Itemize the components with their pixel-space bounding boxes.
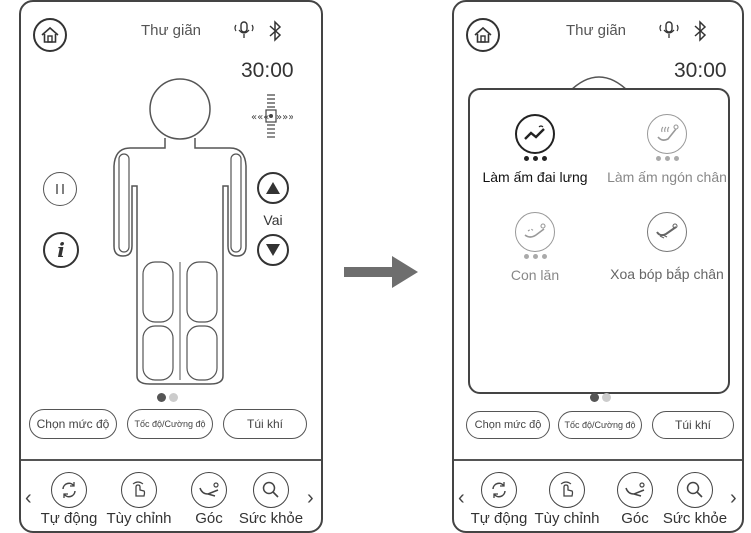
speed-intensity-button[interactable]: Tốc độ/Cường độ bbox=[127, 409, 213, 439]
screen-title: Thư giãn bbox=[565, 22, 627, 39]
nav-label-custom: Tùy chỉnh bbox=[106, 510, 172, 527]
move-up-button[interactable] bbox=[257, 172, 289, 204]
mode-calf-massage[interactable]: Xoa bóp bắp chân bbox=[592, 212, 742, 282]
svg-text:«««: ««« bbox=[251, 112, 269, 123]
transition-arrow-icon bbox=[344, 256, 418, 288]
left-screen: Thư giãn 30:00 ««« »»» i Vai Chọn mức độ… bbox=[19, 0, 323, 533]
mode-label: Con lăn bbox=[510, 267, 560, 283]
search-icon bbox=[677, 472, 713, 508]
svg-text:»»»: »»» bbox=[276, 112, 293, 123]
page-dot-active bbox=[157, 393, 166, 402]
speed-intensity-button[interactable]: Tốc độ/Cường độ bbox=[558, 411, 642, 439]
nav-item-custom[interactable]: Tùy chỉnh bbox=[532, 472, 602, 527]
nav-label-auto: Tự động bbox=[40, 510, 98, 527]
pause-icon bbox=[56, 184, 64, 194]
nav-divider bbox=[21, 459, 321, 461]
mode-label: Làm ấm ngón chân bbox=[607, 169, 727, 185]
nav-label-angle: Góc bbox=[195, 510, 223, 527]
home-icon bbox=[41, 26, 59, 43]
triangle-up-icon bbox=[266, 182, 280, 194]
nav-item-health[interactable]: Sức khỏe bbox=[660, 472, 730, 527]
nav-prev-arrow[interactable]: ‹ bbox=[25, 487, 32, 510]
move-down-button[interactable] bbox=[257, 234, 289, 266]
nav-label-custom: Tùy chỉnh bbox=[534, 510, 600, 527]
nav-next-arrow[interactable]: › bbox=[730, 487, 737, 510]
mode-indicator-dots bbox=[460, 254, 610, 259]
mode-label: Làm ấm đai lưng bbox=[482, 169, 588, 185]
mode-back-heat[interactable]: Làm ấm đai lưng bbox=[460, 114, 610, 185]
home-button[interactable] bbox=[33, 18, 67, 52]
nav-item-health[interactable]: Sức khỏe bbox=[236, 472, 306, 527]
right-screen: Thư giãn 30:00 Làm ấm đai lưng Làm ấm ng… bbox=[452, 0, 744, 533]
bluetooth-icon[interactable] bbox=[265, 20, 285, 42]
level-select-button[interactable]: Chọn mức độ bbox=[29, 409, 117, 439]
page-dot-inactive bbox=[602, 393, 611, 402]
nav-next-arrow[interactable]: › bbox=[307, 487, 314, 510]
foot-heat-icon bbox=[647, 114, 687, 154]
nav-item-auto[interactable]: Tự động bbox=[464, 472, 534, 527]
mode-selection-panel: Làm ấm đai lưng Làm ấm ngón chân Con lăn bbox=[468, 88, 730, 394]
screen-title: Thư giãn bbox=[140, 22, 202, 39]
massage-roller-position-icon: ««« »»» bbox=[251, 94, 293, 138]
triangle-down-icon bbox=[266, 244, 280, 256]
auto-cycle-icon bbox=[51, 472, 87, 508]
page-dot-active bbox=[590, 393, 599, 402]
bluetooth-icon[interactable] bbox=[690, 20, 710, 42]
hand-touch-icon bbox=[549, 472, 585, 508]
back-heat-icon bbox=[515, 114, 555, 154]
calf-massage-icon bbox=[647, 212, 687, 252]
auto-cycle-icon bbox=[481, 472, 517, 508]
page-dot-inactive bbox=[169, 393, 178, 402]
info-button[interactable]: i bbox=[43, 232, 79, 268]
recline-angle-icon bbox=[617, 472, 653, 508]
home-button[interactable] bbox=[466, 18, 500, 52]
mode-indicator-dots bbox=[460, 156, 610, 161]
airbag-button[interactable]: Túi khí bbox=[223, 409, 307, 439]
nav-label-auto: Tự động bbox=[470, 510, 528, 527]
home-icon bbox=[474, 26, 492, 43]
nav-item-angle[interactable]: Góc bbox=[174, 472, 244, 527]
nav-divider bbox=[454, 459, 742, 461]
info-icon: i bbox=[57, 238, 65, 262]
voice-icon[interactable] bbox=[231, 20, 257, 40]
position-label: Vai bbox=[263, 212, 283, 228]
search-icon bbox=[253, 472, 289, 508]
nav-label-health: Sức khỏe bbox=[662, 510, 728, 527]
mode-foot-heat[interactable]: Làm ấm ngón chân bbox=[592, 114, 742, 185]
nav-label-health: Sức khỏe bbox=[238, 510, 304, 527]
timer: 30:00 bbox=[674, 59, 727, 82]
mode-indicator-dots bbox=[592, 156, 742, 161]
mode-label: Xoa bóp bắp chân bbox=[610, 266, 724, 282]
airbag-button[interactable]: Túi khí bbox=[652, 411, 734, 439]
voice-icon[interactable] bbox=[656, 20, 682, 40]
body-figure bbox=[113, 78, 247, 385]
pause-button[interactable] bbox=[43, 172, 77, 206]
mode-roller[interactable]: Con lăn bbox=[460, 212, 610, 283]
roller-icon bbox=[515, 212, 555, 252]
recline-angle-icon bbox=[191, 472, 227, 508]
level-select-button[interactable]: Chọn mức độ bbox=[466, 411, 550, 439]
hand-touch-icon bbox=[121, 472, 157, 508]
nav-item-custom[interactable]: Tùy chỉnh bbox=[104, 472, 174, 527]
nav-item-auto[interactable]: Tự động bbox=[34, 472, 104, 527]
